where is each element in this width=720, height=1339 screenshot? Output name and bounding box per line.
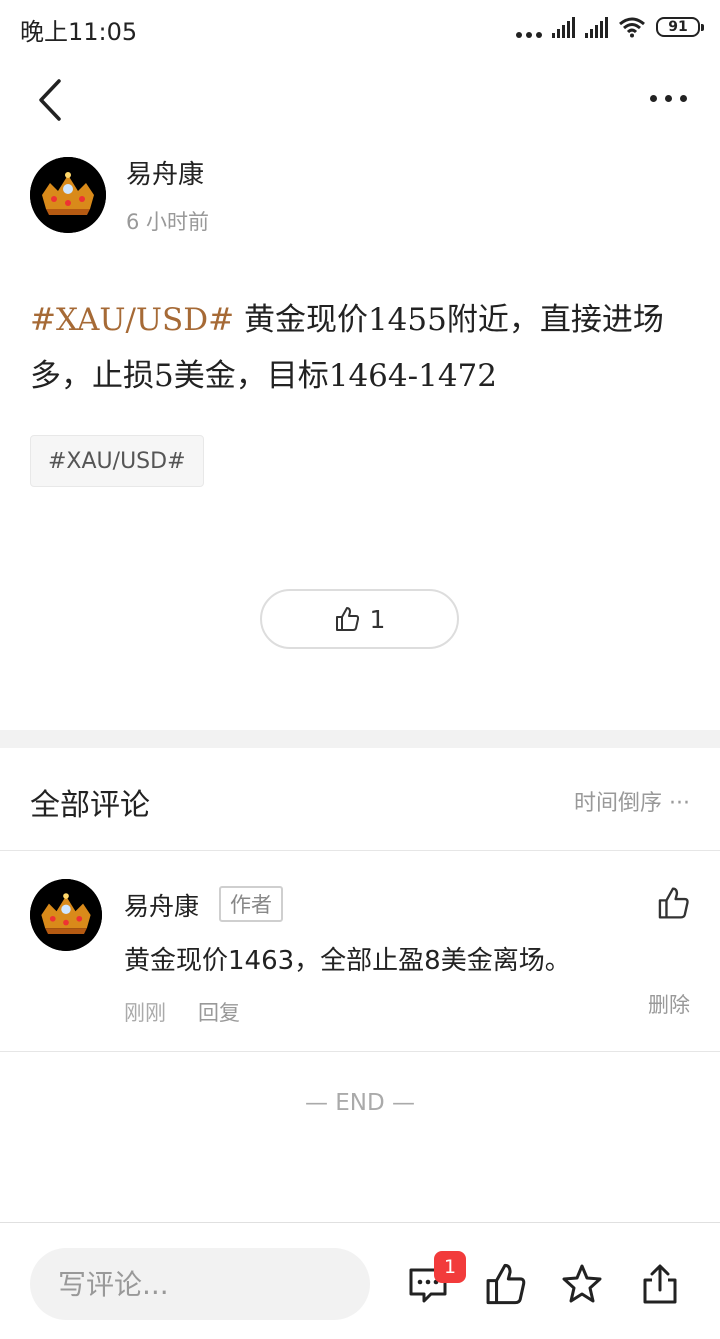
- signal-icon-2: [585, 16, 608, 38]
- battery-level: 91: [668, 19, 688, 35]
- sort-order-button[interactable]: 时间倒序 ···: [574, 785, 690, 817]
- more-options-button[interactable]: [644, 86, 692, 110]
- more-dot: [664, 94, 672, 102]
- comment-like-button[interactable]: [656, 885, 690, 921]
- comments-title: 全部评论: [30, 788, 150, 823]
- crown-avatar-image: [30, 879, 102, 951]
- wifi-icon: [619, 17, 645, 38]
- crown-avatar-image: [30, 157, 106, 233]
- author-badge: 作者: [219, 886, 283, 922]
- post-content: #XAU/USD# 黄金现价1455附近，直接进场多，止损5美金，目标1464-…: [30, 292, 690, 404]
- comment-author-name[interactable]: 易舟康: [124, 887, 199, 923]
- section-divider: [0, 730, 720, 748]
- star-icon: [562, 1264, 602, 1303]
- status-indicators: 91: [516, 14, 704, 40]
- chevron-left-icon: [39, 79, 61, 121]
- comment-text: 黄金现价1463，全部止盈8美金离场。: [124, 946, 571, 976]
- thumbs-up-icon: [486, 1263, 526, 1305]
- divider: [0, 1051, 720, 1052]
- battery-icon: 91: [656, 17, 704, 37]
- thumbs-up-icon: [335, 607, 359, 631]
- post-hashtag-link[interactable]: #XAU/USD#: [30, 302, 234, 338]
- share-button[interactable]: [638, 1262, 682, 1306]
- favorite-button[interactable]: [560, 1262, 604, 1306]
- bottom-bar-divider: [0, 1222, 720, 1223]
- more-dot: [649, 94, 657, 102]
- comment-timestamp: 刚刚: [124, 1001, 166, 1025]
- comment-author-avatar[interactable]: [30, 879, 102, 951]
- thumbs-up-icon: [658, 887, 689, 919]
- end-marker: — END —: [304, 1090, 416, 1116]
- like-button[interactable]: 1: [260, 589, 459, 649]
- more-notifications-icon: [516, 16, 542, 38]
- status-time: 晚上11:05: [20, 18, 138, 46]
- back-button[interactable]: [28, 76, 72, 124]
- like-count: 1: [369, 604, 386, 634]
- reply-button[interactable]: 回复: [198, 997, 240, 1027]
- more-dot: [679, 94, 687, 102]
- post-timestamp: 6 小时前: [126, 210, 210, 234]
- author-name[interactable]: 易舟康: [126, 154, 204, 191]
- divider: [0, 850, 720, 851]
- topic-tag[interactable]: #XAU/USD#: [30, 435, 204, 487]
- delete-button[interactable]: 删除: [648, 989, 690, 1019]
- comment-input[interactable]: [30, 1248, 370, 1320]
- signal-icon: [552, 16, 575, 38]
- like-post-button[interactable]: [483, 1262, 527, 1306]
- author-avatar[interactable]: [30, 157, 106, 233]
- comment-count-badge: 1: [434, 1251, 466, 1283]
- share-icon: [643, 1264, 677, 1304]
